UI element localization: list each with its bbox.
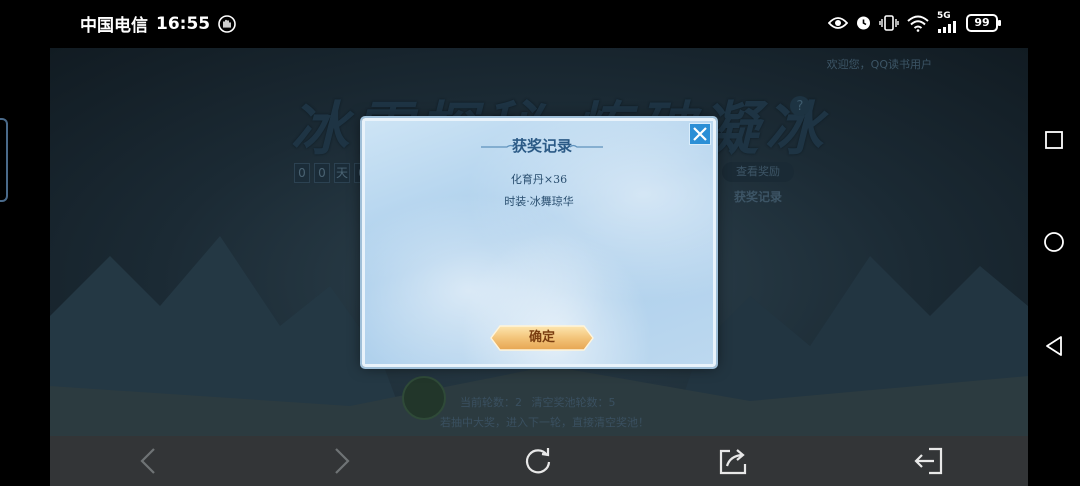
signal-icon: 5G [937,12,959,33]
hand-icon [218,14,236,33]
award-record-dialog: 获奖记录 化育丹×36 时装·冰舞琼华 确定 [362,118,716,367]
countdown-unit: 天 [334,163,350,183]
bg-hint-text: 若抽中大奖，进入下一轮，直接清空奖池！ [440,416,649,429]
close-icon [693,127,707,141]
share-button[interactable] [717,446,749,476]
status-left: 中国电信 16:55 [80,11,236,36]
confirm-button[interactable]: 确定 [490,325,594,351]
refresh-icon [525,448,551,474]
award-record-item: 时装·冰舞琼华 [504,195,574,208]
home-button[interactable] [1040,228,1068,256]
clock: 16:55 [156,13,211,34]
recent-apps-icon [1045,131,1063,149]
help-icon[interactable]: ? [790,96,810,116]
carrier-label: 中国电信 [80,16,148,36]
system-back-button[interactable] [1040,332,1068,360]
side-panel-handle[interactable] [0,118,8,202]
title-right-ornament [569,144,603,148]
browser-toolbar [50,436,1028,486]
title-left-ornament [481,144,515,148]
countdown-digit: 0 [294,163,310,183]
view-rewards-button[interactable]: 查看奖励 [722,162,794,182]
forward-icon [335,448,350,474]
countdown-digit: 0 [314,163,330,183]
left-edge-strip [0,48,50,486]
battery-icon: 99 [966,13,1001,32]
bg-user-greeting: 欢迎您，QQ读书用户 [826,58,932,71]
refresh-button[interactable] [522,446,554,476]
status-right: 5G 99 [828,12,1001,33]
award-record-item: 化育丹×36 [510,173,568,186]
recent-apps-button[interactable] [1040,126,1068,154]
share-icon [719,449,747,475]
home-icon [1044,232,1064,252]
system-nav-bar [1028,48,1080,486]
exit-icon [914,447,943,475]
confirm-label: 确定 [528,330,555,345]
vibrate-icon [879,14,899,31]
back-icon [140,448,155,474]
exit-button[interactable] [913,446,945,476]
back-triangle-icon [1046,336,1062,356]
close-button[interactable] [689,123,711,145]
dialog-title: 获奖记录 [511,136,572,155]
bg-round-stats: 当前轮数：2 清空奖池轮数：5 [460,396,616,409]
back-button[interactable] [132,446,164,476]
battery-level: 99 [974,16,990,29]
network-label: 5G [937,11,951,21]
wifi-icon [906,14,930,32]
alarm-icon [855,14,872,31]
forward-button[interactable] [326,446,358,476]
dialog-header: 获奖记录 [475,131,609,159]
eye-icon [828,16,848,30]
status-bar: 中国电信 16:55 5G 99 [0,0,1080,48]
award-record-list: 化育丹×36 时装·冰舞琼华 [365,169,713,213]
